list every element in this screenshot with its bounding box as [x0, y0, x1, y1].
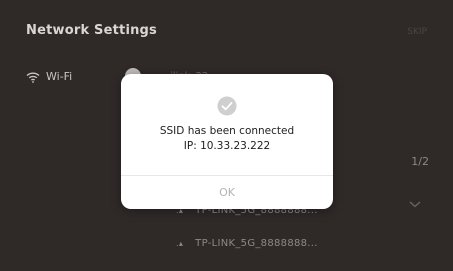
- skip-button[interactable]: SKIP: [407, 27, 427, 37]
- chevron-down-icon[interactable]: [409, 193, 421, 212]
- wifi-icon: [26, 71, 40, 83]
- network-list-item[interactable]: .▴ TP-LINK_5G_8888888...: [176, 238, 318, 249]
- dialog-message-line1: SSID has been connected: [159, 125, 295, 137]
- check-circle-icon: [217, 96, 237, 116]
- dialog-ip-line: IP: 10.33.23.222: [183, 140, 271, 152]
- lock-icon: .▴: [176, 239, 184, 248]
- page-indicator: 1/2: [411, 155, 429, 168]
- ok-button[interactable]: OK: [121, 176, 333, 209]
- connection-dialog: SSID has been connected IP: 10.33.23.222…: [121, 74, 333, 209]
- page-title: Network Settings: [26, 23, 157, 38]
- wifi-row[interactable]: Wi-Fi: [26, 70, 72, 83]
- dialog-message: SSID has been connected IP: 10.33.23.222: [121, 124, 333, 154]
- wifi-label: Wi-Fi: [46, 70, 73, 83]
- network-name: TP-LINK_5G_8888888...: [195, 238, 318, 249]
